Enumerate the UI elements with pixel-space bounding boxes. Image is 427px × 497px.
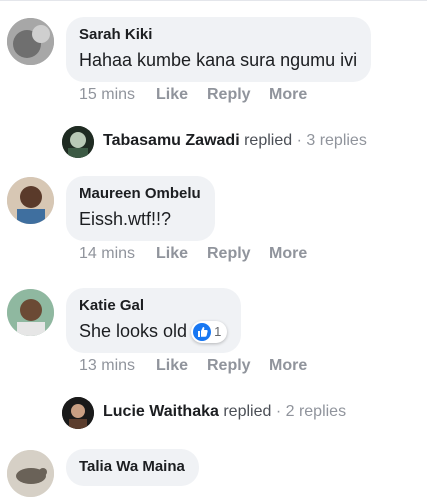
avatar [62, 126, 94, 158]
comment-author[interactable]: Talia Wa Maina [79, 458, 185, 476]
more-button[interactable]: More [269, 245, 307, 263]
reply-verb: replied [244, 132, 293, 149]
avatar [62, 397, 94, 429]
reaction-count: 1 [214, 324, 222, 340]
more-button[interactable]: More [269, 357, 307, 375]
comment-time[interactable]: 13 mins [79, 357, 135, 375]
comment-text: Hahaa kumbe kana sura ngumu ivi [79, 50, 358, 70]
avatar[interactable] [7, 177, 54, 224]
reply-verb: replied [223, 403, 272, 420]
like-button[interactable]: Like [156, 86, 188, 104]
comment-bubble: Sarah Kiki Hahaa kumbe kana sura ngumu i… [66, 17, 372, 82]
reply-count[interactable]: 3 replies [306, 132, 366, 149]
like-icon [193, 322, 212, 341]
more-button[interactable]: More [269, 86, 307, 104]
reply-button[interactable]: Reply [207, 245, 251, 263]
reply-separator: · [271, 403, 286, 420]
comment-text: She looks old 1 [79, 319, 228, 344]
replies-summary[interactable]: Lucie Waithaka replied · 2 replies [103, 403, 346, 421]
reply-button[interactable]: Reply [207, 86, 251, 104]
reaction-badge[interactable]: 1 [191, 321, 228, 344]
reply-author[interactable]: Lucie Waithaka [103, 403, 219, 420]
comment-author[interactable]: Maureen Ombelu [79, 185, 201, 203]
comment-bubble: Katie Gal She looks old 1 [66, 288, 242, 354]
reply-count[interactable]: 2 replies [286, 403, 346, 420]
comment-author[interactable]: Sarah Kiki [79, 26, 357, 44]
reply-button[interactable]: Reply [207, 357, 251, 375]
comment-text-content: She looks old [79, 321, 188, 341]
replies-summary[interactable]: Tabasamu Zawadi replied · 3 replies [103, 132, 367, 150]
comment-bubble: Maureen Ombelu Eissh.wtf!!? [66, 176, 215, 241]
avatar[interactable] [7, 289, 54, 336]
comment-author[interactable]: Katie Gal [79, 297, 227, 315]
like-button[interactable]: Like [156, 245, 188, 263]
comment-time[interactable]: 15 mins [79, 86, 135, 104]
top-divider [0, 0, 427, 1]
comment-bubble: Talia Wa Maina [66, 449, 199, 486]
comment-time[interactable]: 14 mins [79, 245, 135, 263]
comment-text: Eissh.wtf!!? [79, 209, 172, 229]
reply-separator: · [292, 132, 307, 149]
avatar[interactable] [7, 18, 54, 65]
like-button[interactable]: Like [156, 357, 188, 375]
reply-author[interactable]: Tabasamu Zawadi [103, 132, 240, 149]
